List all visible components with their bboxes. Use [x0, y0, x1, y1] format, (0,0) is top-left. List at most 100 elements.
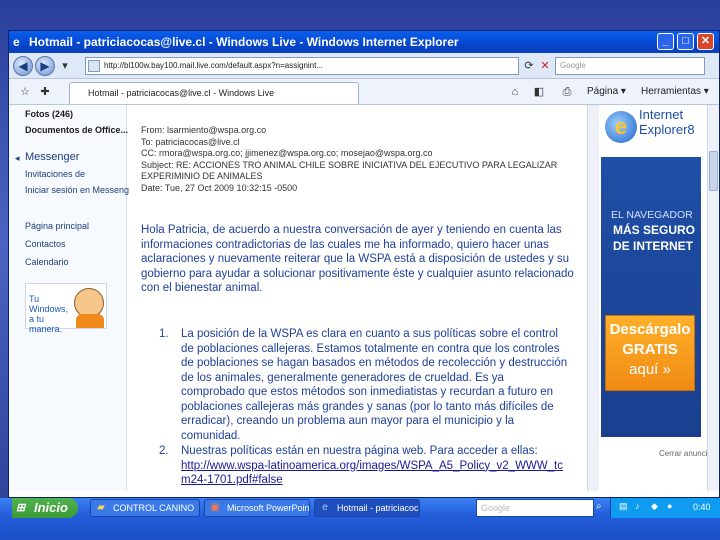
search-icon[interactable]: ⌕	[596, 501, 608, 515]
list-number: 1.	[159, 328, 169, 340]
task-label: Hotmail - patriciacocas...	[337, 503, 419, 513]
address-bar[interactable]: http://bl100w.bay100.mail.live.com/defau…	[85, 57, 519, 75]
email-date: Date: Tue, 27 Oct 2009 10:32:15 -0500	[141, 182, 298, 193]
email-header: From: lsarmiento@wspa.org.co To: patrici…	[141, 125, 581, 194]
list-item: 1. La posición de la WSPA es clara en cu…	[159, 327, 569, 443]
list-text: Nuestras políticas están en nuestra pági…	[181, 445, 538, 457]
page-icon	[88, 60, 100, 72]
page-menu-label: Página	[587, 86, 619, 97]
tools-menu[interactable]: Herramientas ▾	[641, 84, 709, 100]
network-icon[interactable]: ▤	[619, 501, 628, 512]
window-title: Hotmail - patriciacocas@live.cl - Window…	[29, 35, 459, 49]
list-text: La posición de la WSPA es clara en cuant…	[181, 328, 568, 442]
task-powerpoint[interactable]: ▣ Microsoft PowerPoint...	[204, 499, 310, 517]
page-content: Fotos (246) Documentos de Office... ◂ Me…	[9, 105, 719, 491]
double-arrow-icon: »	[662, 361, 671, 378]
favorites-star-icon[interactable]: ☆	[17, 84, 33, 100]
email-reading-pane: From: lsarmiento@wspa.org.co To: patrici…	[129, 105, 585, 491]
start-label: Inicio	[34, 500, 68, 515]
task-label: Microsoft PowerPoint...	[227, 503, 310, 513]
ad-logo-area: e Internet Explorer8	[601, 105, 701, 155]
nav-fotos[interactable]: Fotos (246)	[25, 109, 73, 119]
nav-calendar[interactable]: Calendario	[25, 257, 69, 267]
address-text: http://bl100w.bay100.mail.live.com/defau…	[104, 61, 324, 70]
system-tray: ▤ ♪ ◆ ● 0:40	[610, 498, 720, 518]
policy-link[interactable]: http://www.wspa-latinoamerica.org/images…	[181, 459, 569, 488]
task-hotmail[interactable]: e Hotmail - patriciacocas...	[314, 499, 420, 517]
list-item: 2. Nuestras políticas están en nuestra p…	[159, 444, 569, 488]
windows-promo[interactable]: Tu Windows, a tu manera.	[25, 283, 107, 334]
ad-cta-3: aquí	[629, 361, 659, 378]
email-subject: Subject: RE: ACCIONES TRO ANIMAL CHILE S…	[141, 159, 558, 182]
security-icon[interactable]: ◆	[651, 501, 658, 512]
windows-flag-icon: ⊞	[16, 502, 26, 514]
ad-download-button[interactable]: Descárgalo GRATIS aquí »	[605, 315, 695, 391]
ie8-prefix: Internet	[639, 107, 684, 122]
collapse-arrow-icon[interactable]: ◂	[15, 153, 20, 164]
ad-line-1: EL NAVEGADOR	[611, 209, 693, 221]
back-arrow-icon[interactable]: ◀	[13, 56, 33, 76]
page-menu[interactable]: Página ▾	[587, 84, 626, 100]
search-placeholder: Google	[560, 61, 586, 70]
scrollbar-thumb[interactable]	[709, 151, 718, 191]
ad-line-2: MÁS SEGURO	[613, 223, 696, 237]
character-body-icon	[76, 314, 104, 328]
messenger-tray-icon[interactable]: ●	[667, 501, 672, 511]
printer-icon[interactable]: ⎙	[559, 84, 575, 100]
browser-window: e Hotmail - patriciacocas@live.cl - Wind…	[8, 30, 720, 498]
ie8-name: Explorer8	[639, 122, 695, 137]
nav-home[interactable]: Página principal	[25, 221, 89, 231]
search-input[interactable]: Google	[555, 57, 705, 75]
email-list: 1. La posición de la WSPA es clara en cu…	[159, 327, 569, 489]
nav-messenger[interactable]: Messenger	[25, 151, 79, 163]
left-navigation: Fotos (246) Documentos de Office... ◂ Me…	[9, 105, 137, 491]
ad-cta-1: Descárgalo	[609, 321, 691, 338]
minimize-button[interactable]: _	[657, 33, 674, 50]
ie8-advertisement[interactable]: e Internet Explorer8 EL NAVEGADOR MÁS SE…	[601, 105, 719, 491]
folder-icon: ▰	[97, 502, 105, 513]
ad-line-3: DE INTERNET	[613, 239, 694, 253]
title-bar: e Hotmail - patriciacocas@live.cl - Wind…	[9, 31, 719, 53]
history-dropdown[interactable]: ▾	[57, 58, 73, 74]
taskbar-search-input[interactable]: Google	[476, 499, 594, 517]
ie8-logo-text: Internet Explorer8	[639, 107, 695, 137]
email-scrollbar[interactable]	[587, 105, 599, 491]
clock: 0:40	[693, 502, 711, 512]
task-label: CONTROL CANINO	[113, 503, 195, 513]
maximize-button[interactable]: □	[677, 33, 694, 50]
nav-signin-messenger[interactable]: Iniciar sesión en Messenger	[25, 185, 137, 195]
page-scrollbar[interactable]	[707, 105, 719, 491]
volume-icon[interactable]: ♪	[635, 501, 640, 511]
ad-close-link[interactable]: Cerrar anuncio	[659, 449, 712, 458]
nav-documents[interactable]: Documentos de Office...	[25, 125, 128, 135]
task-control-canino[interactable]: ▰ CONTROL CANINO	[90, 499, 200, 517]
home-icon[interactable]: ⌂	[507, 84, 523, 100]
tab-title: Hotmail - patriciacocas@live.cl - Window…	[88, 88, 275, 98]
nav-contacts[interactable]: Contactos	[25, 239, 66, 249]
refresh-icon[interactable]: ⟳	[521, 58, 537, 74]
ad-cta-2: GRATIS	[622, 341, 678, 358]
tab-bar: ☆ ✚ Hotmail - patriciacocas@live.cl - Wi…	[9, 79, 719, 105]
list-number: 2.	[159, 445, 169, 457]
email-body: Hola Patricia, de acuerdo a nuestra conv…	[141, 224, 574, 294]
nav-invitations[interactable]: Invitaciones de	[25, 169, 85, 179]
promo-text: Tu Windows, a tu manera.	[29, 294, 69, 334]
email-cc: CC: rmora@wspa.org.co; jjimenez@wspa.org…	[141, 148, 433, 158]
taskbar: ⊞ Inicio ▰ CONTROL CANINO ▣ Microsoft Po…	[0, 498, 720, 540]
stop-icon[interactable]: ✕	[537, 58, 553, 74]
ie-icon: e	[13, 35, 20, 49]
taskbar-search-placeholder: Google	[481, 503, 511, 513]
tools-menu-label: Herramientas	[641, 86, 702, 97]
ie8-logo-icon: e	[605, 111, 637, 143]
feeds-icon[interactable]: ◧	[531, 84, 547, 100]
start-button[interactable]: ⊞ Inicio	[12, 498, 78, 518]
add-favorite-icon[interactable]: ✚	[37, 84, 53, 100]
powerpoint-icon: ▣	[210, 502, 220, 513]
ie-icon: e	[322, 502, 328, 513]
close-button[interactable]: ✕	[697, 33, 714, 50]
navigation-bar: ◀ ▶ ▾ http://bl100w.bay100.mail.live.com…	[9, 53, 719, 79]
ad-panel: EL NAVEGADOR MÁS SEGURO DE INTERNET Desc…	[601, 157, 701, 437]
tab-hotmail[interactable]: Hotmail - patriciacocas@live.cl - Window…	[69, 82, 359, 104]
forward-arrow-icon[interactable]: ▶	[35, 56, 55, 76]
email-to: To: patriciacocas@live.cl	[141, 136, 240, 147]
